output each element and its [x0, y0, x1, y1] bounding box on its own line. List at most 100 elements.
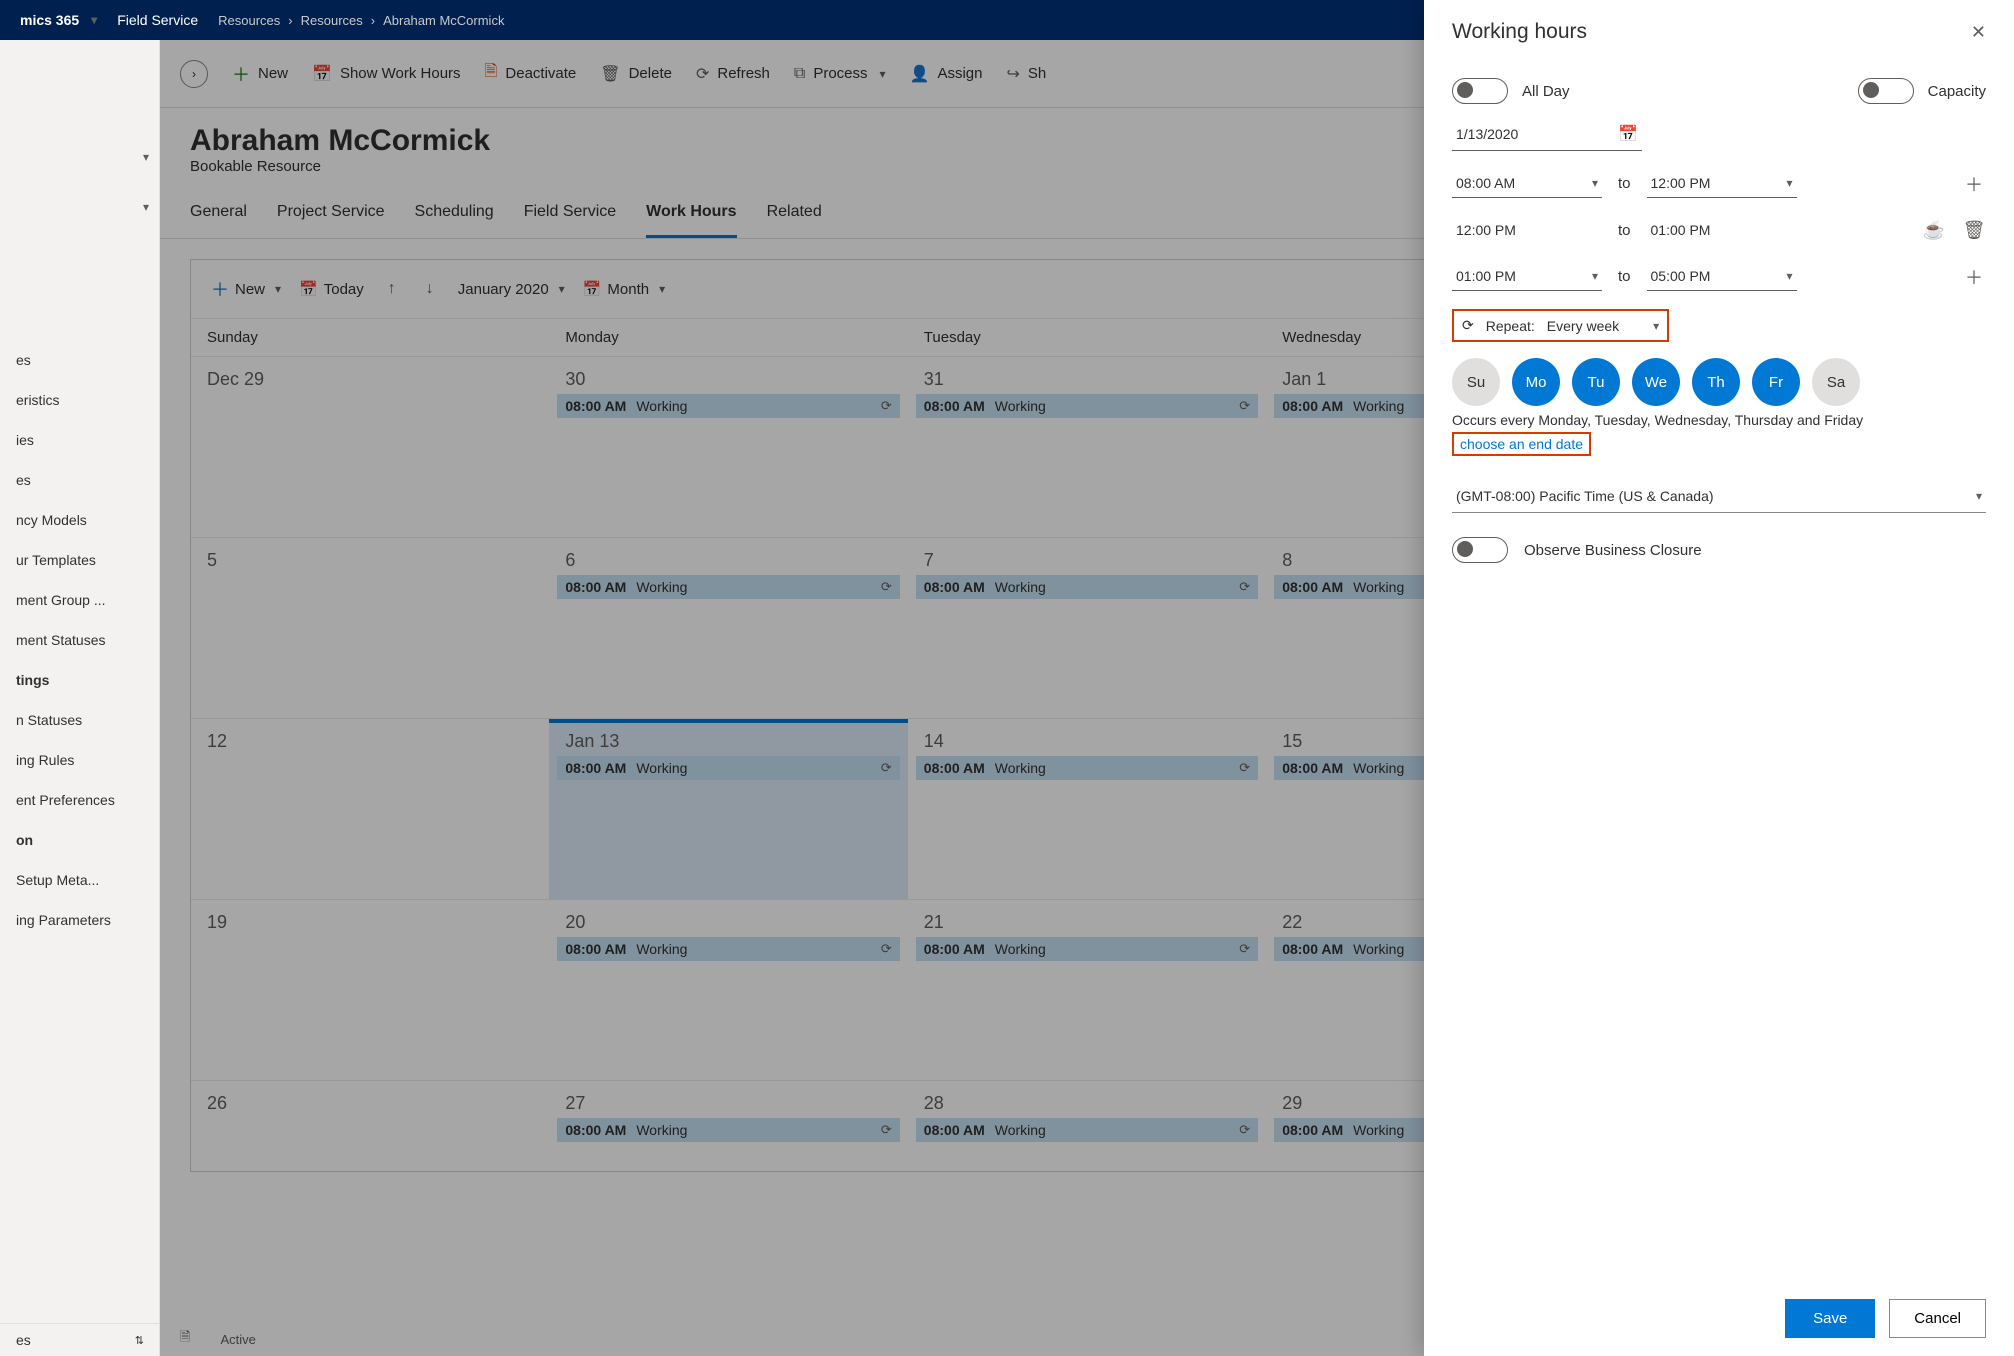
sidebar-item[interactable]: ies: [0, 420, 159, 460]
sidebar-item[interactable]: ur Templates: [0, 540, 159, 580]
calendar-cell[interactable]: 608:00 AMWorking⟳: [549, 538, 907, 718]
calendar-event[interactable]: 08:00 AMWorking⟳: [916, 756, 1258, 780]
deactivate-button[interactable]: 🗎Deactivate: [485, 60, 577, 87]
process-button[interactable]: ⧉Process▾: [794, 65, 886, 83]
sidebar-item[interactable]: ment Statuses: [0, 620, 159, 660]
add-slot-icon[interactable]: ＋: [1962, 171, 1986, 197]
calendar-period-picker[interactable]: January 2020▾: [458, 281, 565, 298]
calendar-event[interactable]: 08:00 AMWorking⟳: [557, 394, 899, 418]
cancel-button[interactable]: Cancel: [1889, 1299, 1986, 1338]
calendar-event[interactable]: 08:00 AMWorking⟳: [916, 575, 1258, 599]
calendar-view-picker[interactable]: 📅Month▾: [583, 280, 665, 298]
tab-related[interactable]: Related: [767, 193, 822, 238]
day-button-mo[interactable]: Mo: [1512, 358, 1560, 406]
calendar-cell[interactable]: 3008:00 AMWorking⟳: [549, 357, 907, 537]
calendar-new-button[interactable]: ＋New▾: [211, 276, 281, 302]
timezone-selector[interactable]: (GMT-08:00) Pacific Time (US & Canada) ▾: [1452, 480, 1986, 513]
to-time[interactable]: 12:00 PM▾: [1647, 169, 1797, 198]
add-slot-icon[interactable]: ＋: [1962, 264, 1986, 290]
event-time: 08:00 AM: [924, 579, 985, 595]
close-icon[interactable]: ✕: [1971, 22, 1986, 43]
prev-arrow-icon[interactable]: ↑: [382, 280, 402, 298]
to-time[interactable]: 05:00 PM▾: [1647, 262, 1797, 291]
sidebar-item[interactable]: ent Preferences: [0, 780, 159, 820]
from-time[interactable]: 08:00 AM▾: [1452, 169, 1602, 198]
day-button-th[interactable]: Th: [1692, 358, 1740, 406]
delete-button[interactable]: 🗑Delete: [600, 64, 672, 84]
sidebar-item[interactable]: Setup Meta...: [0, 860, 159, 900]
share-button[interactable]: ↪Sh: [1007, 64, 1047, 84]
breadcrumb-item[interactable]: Resources: [218, 13, 280, 28]
day-button-sa[interactable]: Sa: [1812, 358, 1860, 406]
chevron-down-icon: ▾: [1592, 269, 1598, 283]
calendar-cell[interactable]: 19: [191, 900, 549, 1080]
sidebar-item[interactable]: ncy Models: [0, 500, 159, 540]
day-button-su[interactable]: Su: [1452, 358, 1500, 406]
calendar-cell[interactable]: 1408:00 AMWorking⟳: [908, 719, 1266, 899]
calendar-cell[interactable]: Jan 1308:00 AMWorking⟳: [549, 719, 907, 899]
tab-scheduling[interactable]: Scheduling: [415, 193, 494, 238]
all-day-label: All Day: [1522, 83, 1570, 100]
time-slot-row: 08:00 AM▾to12:00 PM▾＋: [1452, 169, 1986, 198]
tab-work-hours[interactable]: Work Hours: [646, 193, 736, 238]
tab-field-service[interactable]: Field Service: [524, 193, 616, 238]
calendar-cell[interactable]: 2008:00 AMWorking⟳: [549, 900, 907, 1080]
calendar-today-button[interactable]: 📅Today: [299, 280, 364, 298]
back-button[interactable]: ›: [180, 60, 208, 88]
calendar-event[interactable]: 08:00 AMWorking⟳: [916, 937, 1258, 961]
app-brand[interactable]: mics 365 ▾: [20, 12, 97, 28]
event-time: 08:00 AM: [924, 941, 985, 957]
assign-button[interactable]: 👤Assign: [910, 64, 983, 84]
calendar-cell[interactable]: 2108:00 AMWorking⟳: [908, 900, 1266, 1080]
chevron-down-icon[interactable]: ▾: [143, 200, 149, 214]
day-button-fr[interactable]: Fr: [1752, 358, 1800, 406]
calendar-event[interactable]: 08:00 AMWorking⟳: [557, 937, 899, 961]
day-button-we[interactable]: We: [1632, 358, 1680, 406]
calendar-cell[interactable]: 12: [191, 719, 549, 899]
show-work-hours-button[interactable]: 📅Show Work Hours: [312, 64, 461, 84]
sidebar-item[interactable]: es: [0, 340, 159, 380]
calendar-event[interactable]: 08:00 AMWorking⟳: [916, 394, 1258, 418]
sidebar-item[interactable]: n Statuses: [0, 700, 159, 740]
calendar-event[interactable]: 08:00 AMWorking⟳: [557, 575, 899, 599]
module-name[interactable]: Field Service: [117, 12, 198, 28]
sidebar-item[interactable]: es: [0, 460, 159, 500]
sidebar-item[interactable]: ing Rules: [0, 740, 159, 780]
sidebar-item[interactable]: eristics: [0, 380, 159, 420]
chevron-down-icon: ▾: [1786, 176, 1792, 190]
observe-closure-toggle[interactable]: [1452, 537, 1508, 563]
sidebar-item[interactable]: ing Parameters: [0, 900, 159, 940]
calendar-cell[interactable]: 3108:00 AMWorking⟳: [908, 357, 1266, 537]
save-button[interactable]: Save: [1785, 1299, 1875, 1338]
sidebar-item[interactable]: ment Group ...: [0, 580, 159, 620]
calendar-event[interactable]: 08:00 AMWorking⟳: [916, 1118, 1258, 1142]
calendar-cell[interactable]: 26: [191, 1081, 549, 1171]
repeat-label: Repeat:: [1486, 318, 1535, 334]
tab-general[interactable]: General: [190, 193, 247, 238]
calendar-event[interactable]: 08:00 AMWorking⟳: [557, 756, 899, 780]
choose-end-date-link[interactable]: choose an end date: [1452, 432, 1591, 456]
repeat-selector[interactable]: ⟳ Repeat: Every week ▾: [1452, 309, 1669, 342]
tab-project-service[interactable]: Project Service: [277, 193, 385, 238]
next-arrow-icon[interactable]: ↓: [420, 280, 440, 298]
calendar-cell[interactable]: 708:00 AMWorking⟳: [908, 538, 1266, 718]
breadcrumb-item[interactable]: Resources: [301, 13, 363, 28]
break-icon[interactable]: ☕: [1922, 220, 1946, 241]
from-time[interactable]: 01:00 PM▾: [1452, 262, 1602, 291]
new-button[interactable]: ＋New: [232, 61, 288, 87]
sidebar-footer[interactable]: es ⇅: [0, 1323, 160, 1356]
refresh-button[interactable]: ⟳Refresh: [696, 64, 770, 84]
event-label: Working: [636, 941, 687, 957]
calendar-cell[interactable]: 5: [191, 538, 549, 718]
day-button-tu[interactable]: Tu: [1572, 358, 1620, 406]
delete-slot-icon[interactable]: 🗑: [1962, 220, 1986, 241]
calendar-cell[interactable]: Dec 29: [191, 357, 549, 537]
calendar-event[interactable]: 08:00 AMWorking⟳: [557, 1118, 899, 1142]
all-day-toggle[interactable]: [1452, 78, 1508, 104]
date-input[interactable]: 1/13/2020 📅: [1452, 118, 1642, 151]
chevron-down-icon[interactable]: ▾: [143, 150, 149, 164]
breadcrumb-item[interactable]: Abraham McCormick: [383, 13, 504, 28]
calendar-cell[interactable]: 2708:00 AMWorking⟳: [549, 1081, 907, 1171]
calendar-cell[interactable]: 2808:00 AMWorking⟳: [908, 1081, 1266, 1171]
capacity-toggle[interactable]: [1858, 78, 1914, 104]
